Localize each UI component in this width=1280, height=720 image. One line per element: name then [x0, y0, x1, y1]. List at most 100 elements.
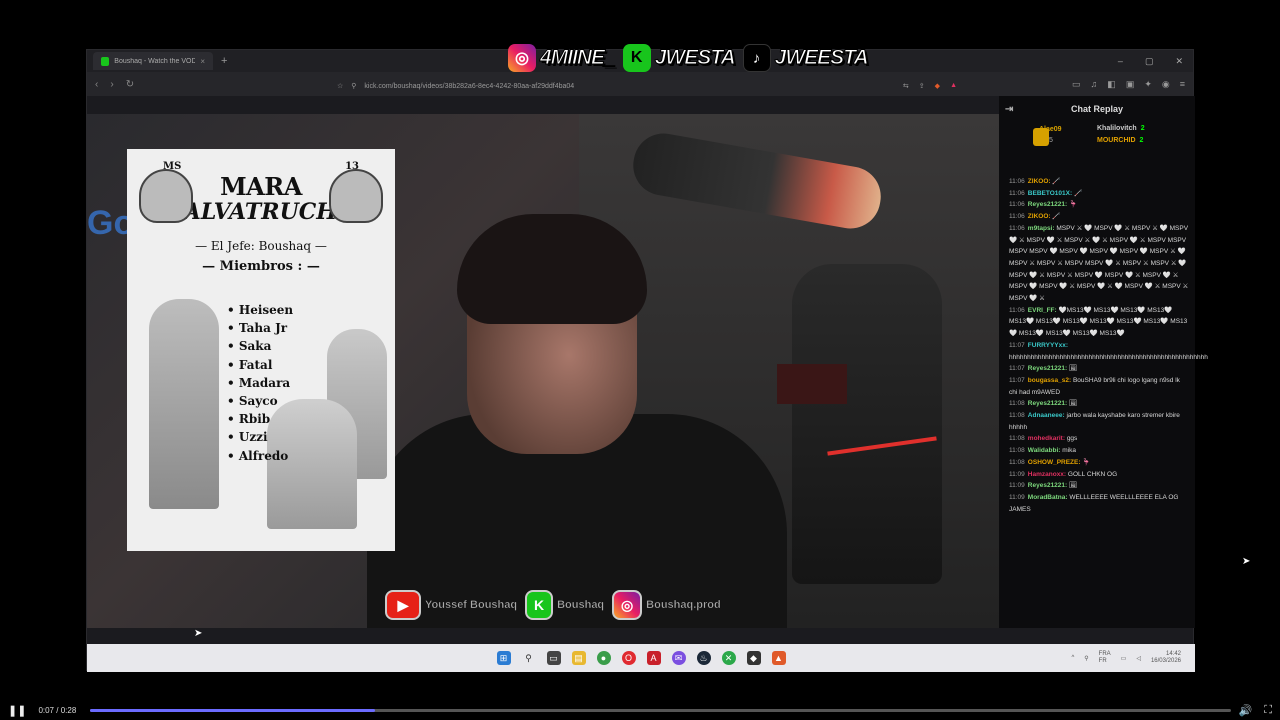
- message-username[interactable]: bougassa_s2:: [1028, 377, 1071, 384]
- clock[interactable]: 14:42 16/03/2026: [1151, 651, 1181, 665]
- brave-icon[interactable]: ▲: [771, 651, 786, 665]
- maximize-button[interactable]: ▢: [1145, 56, 1154, 67]
- message-username[interactable]: BEBETO101X:: [1028, 190, 1072, 197]
- message-text: 🦩: [1069, 201, 1078, 209]
- site-info-icon[interactable]: ⚲: [351, 82, 356, 90]
- seek-bar-progress: [90, 708, 376, 712]
- file-explorer-icon[interactable]: ▤: [571, 651, 586, 665]
- youtube-name: Youssef Boushaq: [425, 599, 518, 611]
- chat-title: Chat Replay: [1070, 104, 1123, 114]
- kick-name: Boushaq: [557, 599, 605, 611]
- leader-name[interactable]: Alae09: [1039, 126, 1062, 133]
- instagram-handle: 4MIINE_: [540, 46, 617, 70]
- chat-message: 11:07 FURRYYYxx: hhhhhhhhhhhhhhhhhhhhhhhh…: [1009, 340, 1208, 363]
- message-username[interactable]: Hamzanoxx:: [1028, 471, 1066, 478]
- message-username[interactable]: Reyes21221:: [1028, 365, 1067, 372]
- message-username[interactable]: Walidabbi:: [1028, 447, 1061, 454]
- skull-icon: [329, 169, 383, 223]
- message-text: ggs: [1066, 435, 1078, 443]
- forward-icon[interactable]: ›: [110, 79, 113, 90]
- extensions-icon[interactable]: ✦: [1144, 79, 1152, 90]
- tab-close-icon[interactable]: ×: [200, 57, 205, 66]
- network-icon[interactable]: ▭: [1121, 655, 1127, 662]
- messenger-icon[interactable]: ✉: [671, 651, 686, 665]
- collapse-chat-icon[interactable]: ⇥: [1005, 104, 1013, 115]
- chat-message: 11:08 Adnaaneee: jarbo wala kayshabe karo…: [1009, 410, 1189, 433]
- address-bar[interactable]: ☆ ⚲ kick.com/boushaq/videos/38b282a6-8ec…: [337, 77, 957, 95]
- brave-shield-icon[interactable]: ◆: [935, 82, 940, 90]
- steam-icon[interactable]: ♨: [696, 651, 711, 665]
- message-username[interactable]: Reyes21221:: [1028, 400, 1067, 407]
- reload-icon[interactable]: ↻: [126, 79, 134, 90]
- browser-window: Boushaq - Watch the VOD on Kick × + – ▢ …: [86, 49, 1208, 672]
- close-window-button[interactable]: ✕: [1175, 56, 1183, 67]
- volume-button[interactable]: 🔊: [1239, 704, 1253, 717]
- mic-tray-icon[interactable]: ⚲: [1084, 655, 1088, 662]
- volume-icon[interactable]: ◁: [1136, 655, 1141, 662]
- back-icon[interactable]: ‹: [95, 79, 98, 90]
- message-time: 11:08: [1009, 400, 1025, 408]
- seek-bar[interactable]: [90, 708, 1231, 712]
- message-username[interactable]: OSHOW_PREZE:: [1028, 459, 1081, 466]
- message-username[interactable]: m9tapsi:: [1028, 225, 1055, 232]
- message-time: 11:08: [1009, 458, 1025, 466]
- tray-chevron-icon[interactable]: ^: [1071, 655, 1074, 661]
- message-username[interactable]: ZIKOO:: [1028, 178, 1051, 185]
- address-bar-actions: ⇆ ⇪ ◆ ▲: [903, 82, 957, 90]
- app-icon[interactable]: ◆: [746, 651, 761, 665]
- search-icon[interactable]: ⚲: [522, 651, 536, 665]
- message-username[interactable]: FURRYYYxx:: [1028, 342, 1068, 349]
- time-display: 0:07 / 0:28: [38, 705, 77, 715]
- task-view-icon[interactable]: ▭: [546, 651, 561, 665]
- tray-language[interactable]: FRA FR: [1099, 651, 1111, 665]
- menu-icon[interactable]: ≡: [1180, 79, 1185, 90]
- message-username[interactable]: mohedkarit:: [1028, 435, 1065, 442]
- chat-message: 11:06 BEBETO101X: 🦯: [1009, 188, 1189, 200]
- kick-icon: K: [622, 44, 651, 72]
- stream-video[interactable]: Go MS 13 MARA SALVATRUCHA — El Jefe: Bou…: [87, 114, 999, 628]
- playlist-icon[interactable]: ♫: [1091, 79, 1098, 90]
- wallet-icon[interactable]: ▣: [1126, 79, 1135, 90]
- message-username[interactable]: MoradBatna:: [1028, 494, 1068, 501]
- message-username[interactable]: Adnaaneee:: [1028, 412, 1065, 419]
- sidebar-icon[interactable]: ▭: [1072, 79, 1081, 90]
- message-text: 🦯: [1073, 189, 1083, 197]
- minimize-button[interactable]: –: [1118, 56, 1123, 67]
- player-right-controls: 🔊 ⛶: [1239, 704, 1272, 717]
- share-icon[interactable]: ⇪: [919, 82, 925, 90]
- message-time: 11:06: [1009, 306, 1025, 314]
- member-name: Saka: [227, 337, 293, 355]
- message-text: 🦯: [1052, 178, 1061, 185]
- leader-name[interactable]: MOURCHID 2: [1097, 137, 1143, 144]
- opera-icon[interactable]: O: [621, 651, 636, 665]
- instagram-name: Boushaq.prod: [646, 599, 721, 611]
- kick-handle: JWESTA: [654, 46, 736, 70]
- message-time: 11:06: [1009, 189, 1025, 197]
- split-view-icon[interactable]: ◧: [1107, 79, 1116, 90]
- member-name: Taha Jr: [227, 319, 293, 337]
- message-username[interactable]: Reyes21221:: [1028, 201, 1067, 208]
- member-name: Rbib: [227, 410, 293, 428]
- tab-title: Boushaq - Watch the VOD on Kick: [114, 57, 196, 65]
- brave-rewards-icon[interactable]: ▲: [950, 82, 957, 90]
- chat-messages: 11:06 ZIKOO: 🦯 11:06 BEBETO101X: 🦯 11:06 Reye…: [1009, 176, 1208, 515]
- message-username[interactable]: EVRI_FF:: [1028, 307, 1057, 314]
- translate-icon[interactable]: ⇆: [903, 82, 909, 90]
- chrome-icon[interactable]: ●: [596, 651, 611, 665]
- chat-replay-panel: ⇥ Chat Replay Alae09 5 Khalilovitch 2 MOU…: [999, 96, 1208, 628]
- bookmark-icon[interactable]: ☆: [337, 82, 343, 90]
- fullscreen-button[interactable]: ⛶: [1264, 704, 1272, 717]
- xbox-icon[interactable]: ✕: [721, 651, 736, 665]
- windows-start-icon[interactable]: ⊞: [496, 651, 511, 665]
- leader-name[interactable]: Khalilovitch 2: [1097, 125, 1145, 132]
- member-name: Uzzi: [227, 428, 293, 446]
- member-name: Fatal: [227, 356, 293, 374]
- acrobat-icon[interactable]: A: [646, 651, 661, 665]
- message-username[interactable]: Reyes21221:: [1028, 482, 1067, 489]
- pause-button[interactable]: ❚❚: [8, 704, 26, 717]
- social-overlay-top: ◎ 4MIINE_ K JWESTA ♪ JWEESTA: [508, 42, 872, 74]
- profile-icon[interactable]: ◉: [1162, 79, 1170, 90]
- message-username[interactable]: ZIKOO:: [1028, 213, 1051, 220]
- new-tab-button[interactable]: +: [221, 55, 227, 67]
- browser-tab[interactable]: Boushaq - Watch the VOD on Kick ×: [93, 52, 213, 70]
